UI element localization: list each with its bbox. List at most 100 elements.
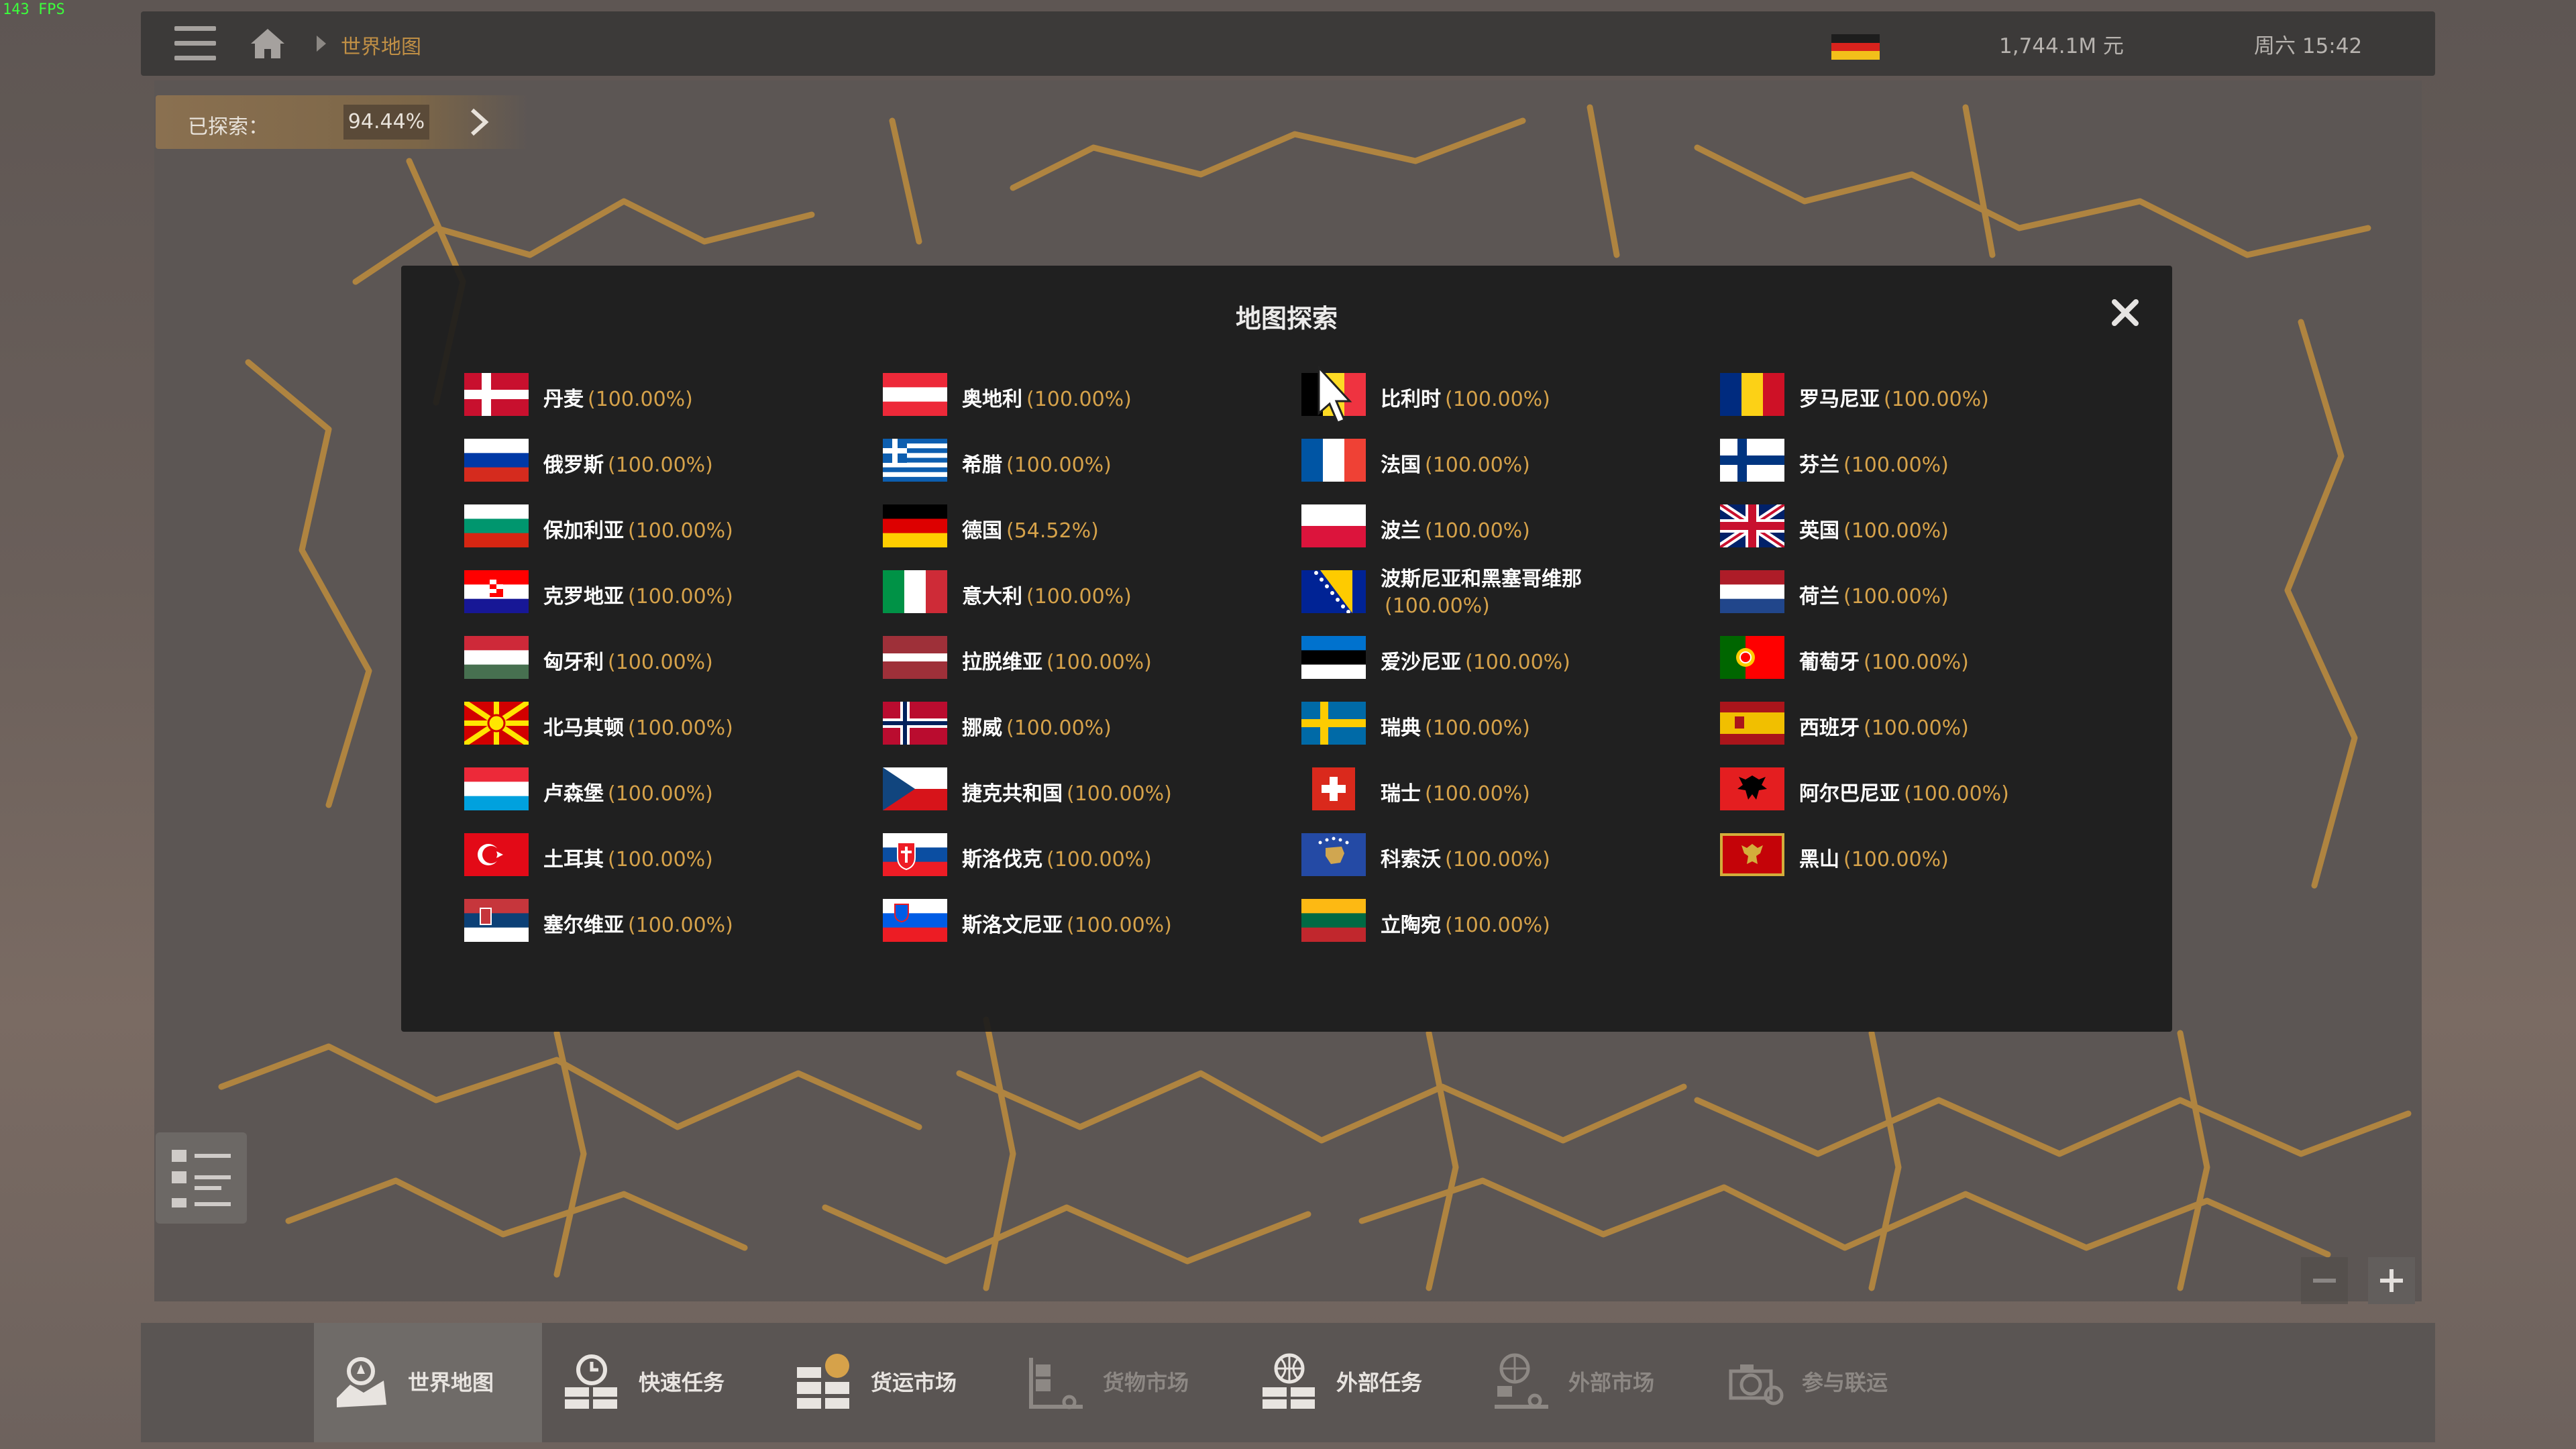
cargo-market-icon [1029,1358,1083,1409]
country-percentage: (100.00%) [608,848,713,871]
country-name: 挪威 [962,716,1002,740]
country-percentage: (100.00%) [628,519,733,543]
country-label: 瑞典 (100.00%) [1381,711,1530,741]
greece-flag-icon [883,439,947,482]
tab-freight-market[interactable]: 货运市场 [777,1323,1005,1442]
tab-quick-job[interactable]: 快速任务 [545,1323,773,1442]
close-icon[interactable] [2105,292,2145,333]
breadcrumb[interactable]: 世界地图 [341,30,421,60]
country-name: 立陶宛 [1381,914,1441,937]
germany-flag-icon [883,504,947,547]
austria-flag-icon [883,373,947,416]
country-percentage: (100.00%) [1006,453,1112,477]
country-label: 匈牙利 (100.00%) [543,645,713,675]
tab-external-market: 外部市场 [1474,1323,1703,1442]
turkey-flag-icon [464,833,529,876]
tab-external-jobs[interactable]: 外部任务 [1242,1323,1470,1442]
country-name: 波兰 [1381,519,1421,543]
poland-flag-icon [1301,504,1366,547]
freight-market-icon [797,1354,849,1409]
country-name: 葡萄牙 [1799,651,1860,674]
norway-flag-icon [883,702,947,745]
country-label: 卢森堡 (100.00%) [543,777,713,806]
country-percentage: (100.00%) [1445,914,1550,937]
map-exploration-dialog: 地图探索 丹麦 (100.00%) 俄罗斯 (100.00%) 保加利亚 (100.00%… [401,266,2172,1032]
slovenia-flag-icon [883,899,947,942]
country-label: 瑞士 (100.00%) [1381,777,1530,806]
country-label: 荷兰 (100.00%) [1799,580,1949,609]
country-name: 芬兰 [1799,453,1839,477]
luxembourg-flag-icon [464,767,529,810]
country-label: 丹麦 (100.00%) [543,382,693,412]
country-name: 黑山 [1799,848,1839,871]
country-percentage: (100.00%) [1425,716,1530,740]
country-percentage: (100.00%) [1425,782,1530,806]
breadcrumb-separator-icon [317,36,326,52]
country-name: 奥地利 [962,388,1022,411]
world-map-icon [337,1357,386,1407]
country-name: 瑞士 [1381,782,1421,806]
home-icon[interactable] [250,28,286,60]
lithuania-flag-icon [1301,899,1366,942]
country-name: 斯洛文尼亚 [962,914,1063,937]
spain-flag-icon [1720,702,1784,745]
chevron-right-icon[interactable] [466,107,492,137]
tab-world-map[interactable]: 世界地图 [314,1323,542,1442]
mouse-cursor-icon [1318,365,1352,424]
bulgaria-flag-icon [464,504,529,547]
country-name: 西班牙 [1799,716,1860,740]
country-label: 芬兰 (100.00%) [1799,448,1949,478]
bottom-tab-bar: 世界地图 快速任务 货运市场 货物市场 外部任务 外部市场 参与联运 [141,1323,2435,1442]
croatia-flag-icon [464,570,529,613]
country-label: 英国 (100.00%) [1799,514,1949,543]
top-bar: 世界地图 1,744.1M 元 周六 15:42 [141,11,2435,76]
country-percentage: (100.00%) [1843,519,1949,543]
explored-label: 已探索： [188,115,268,139]
external-jobs-icon [1263,1353,1315,1409]
country-name: 塞尔维亚 [543,914,624,937]
albania-flag-icon [1720,767,1784,810]
country-name: 拉脱维亚 [962,651,1042,674]
country-name: 德国 [962,519,1002,543]
country-percentage: (100.00%) [1425,453,1530,477]
country-percentage: (100.00%) [628,585,733,608]
explored-value: 94.44% [343,105,429,140]
map-legend-button[interactable] [156,1132,247,1224]
country-percentage: (100.00%) [1864,651,1969,674]
portugal-flag-icon [1720,636,1784,679]
zoom-out-button[interactable] [2301,1257,2348,1304]
country-percentage: (100.00%) [1046,848,1152,871]
country-percentage: (100.00%) [1067,914,1172,937]
country-name: 保加利亚 [543,519,624,543]
country-name: 卢森堡 [543,782,604,806]
country-name: 法国 [1381,453,1421,477]
country-name: 克罗地亚 [543,585,624,608]
country-label: 克罗地亚 (100.00%) [543,580,733,609]
tab-label: 快速任务 [639,1370,725,1395]
country-percentage: (100.00%) [1445,388,1550,411]
tab-label: 货运市场 [871,1370,957,1395]
country-label: 波兰 (100.00%) [1381,514,1530,543]
country-label: 立陶宛 (100.00%) [1381,908,1550,938]
country-percentage: (100.00%) [1026,388,1132,411]
explored-panel[interactable]: 已探索： 94.44% [156,95,529,149]
country-percentage: (100.00%) [608,651,713,674]
country-label: 土耳其 (100.00%) [543,843,713,872]
estonia-flag-icon [1301,636,1366,679]
hamburger-menu-icon[interactable] [174,26,216,61]
germany-flag-icon [1831,34,1880,60]
country-name: 爱沙尼亚 [1381,651,1461,674]
country-name: 斯洛伐克 [962,848,1042,871]
france-flag-icon [1301,439,1366,482]
country-name: 捷克共和国 [962,782,1063,806]
uk-flag-icon [1720,504,1784,547]
plus-icon [2380,1269,2403,1292]
country-label: 西班牙 (100.00%) [1799,711,1969,741]
country-name: 荷兰 [1799,585,1839,608]
country-name: 英国 [1799,519,1839,543]
dialog-title: 地图探索 [1235,304,1338,333]
zoom-in-button[interactable] [2368,1257,2415,1304]
tab-cargo-market: 货物市场 [1009,1323,1237,1442]
country-percentage: (100.00%) [608,453,713,477]
tab-convoy: 参与联运 [1708,1323,1936,1442]
